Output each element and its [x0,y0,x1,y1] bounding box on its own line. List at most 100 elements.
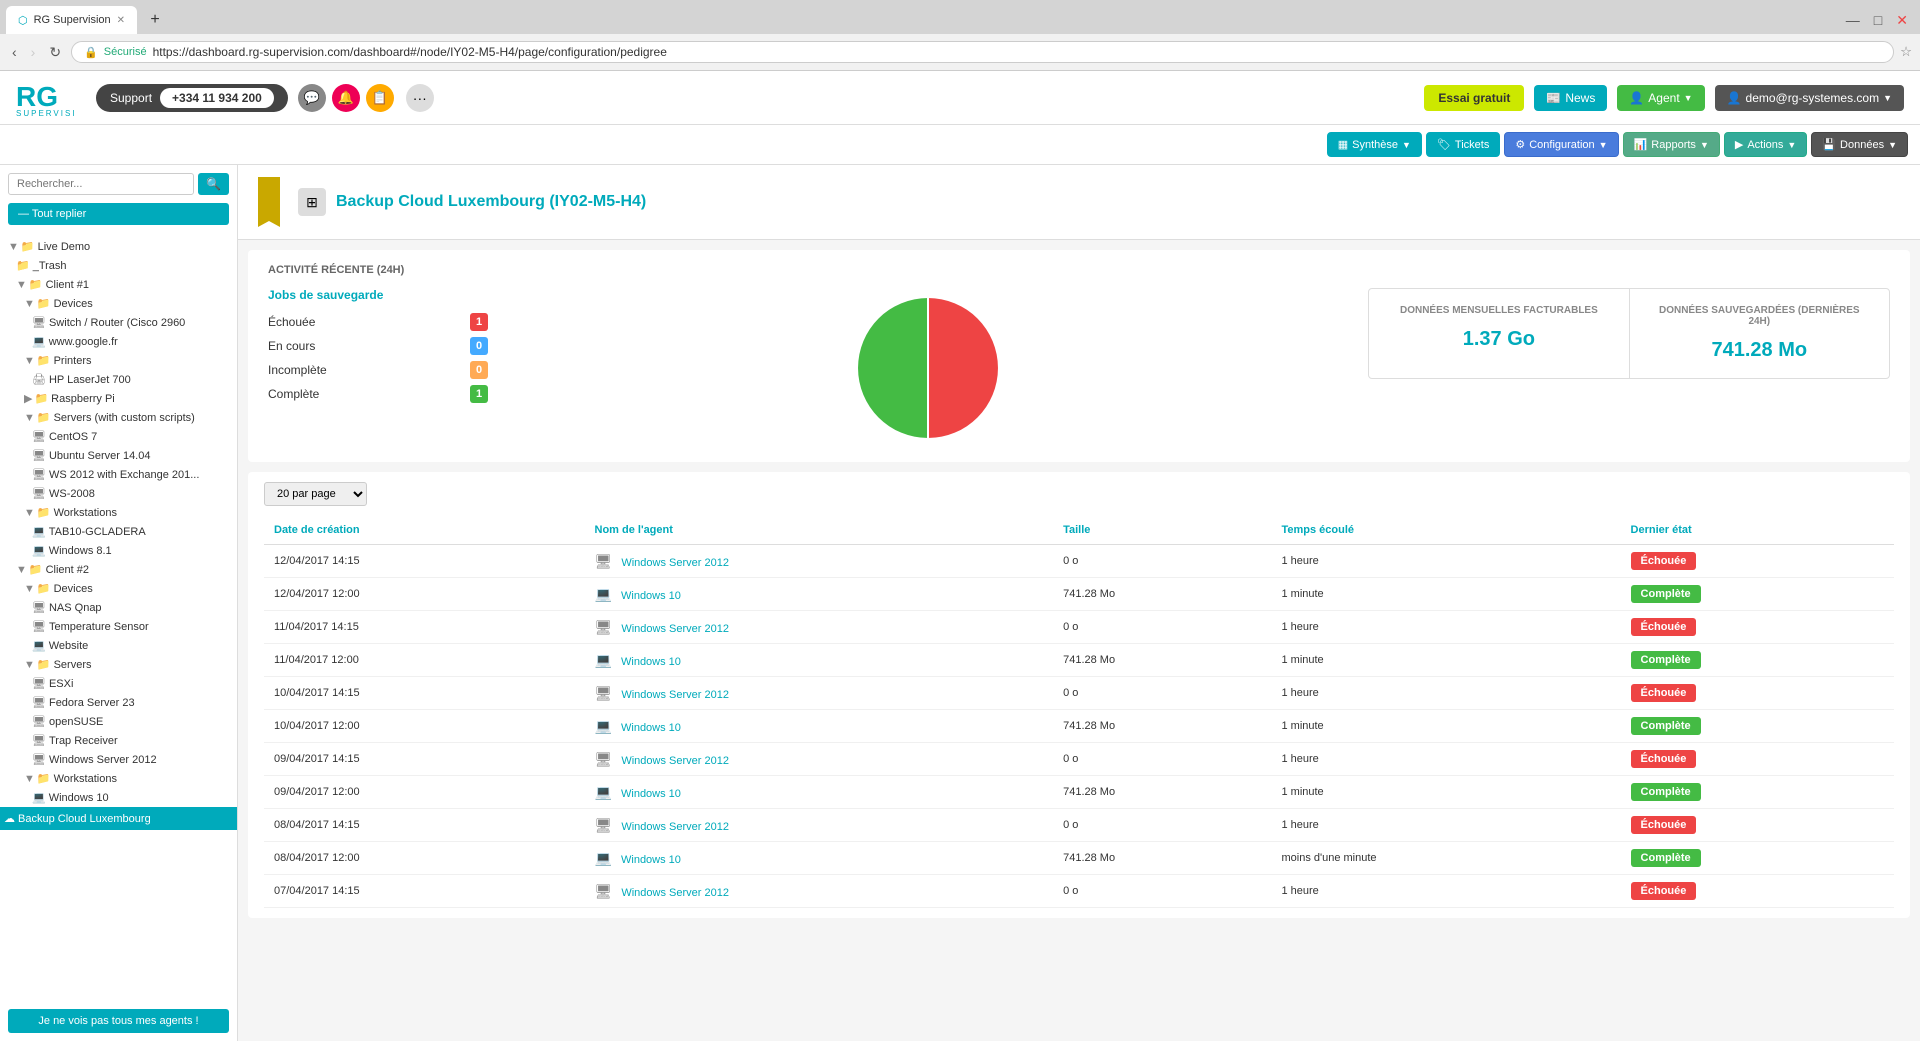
tree-item-win81[interactable]: 💻 Windows 8.1 [0,541,237,560]
per-page-select[interactable]: 20 par page 50 par page 100 par page [264,482,367,506]
tree-item-website[interactable]: 💻 Website [0,636,237,655]
backup-icon: ☁ [4,812,15,825]
app: RG SUPERVISION Support +334 11 934 200 💬… [0,71,1920,1041]
close-btn[interactable]: ✕ [1890,10,1914,31]
tree-item-trapreceiver[interactable]: 🖥 Trap Receiver [0,731,237,750]
status-badge[interactable]: Échouée [1631,816,1697,834]
tree-item-tab10[interactable]: 💻 TAB10-GCLADERA [0,522,237,541]
status-badge[interactable]: Échouée [1631,684,1697,702]
status-badge[interactable]: Échouée [1631,618,1697,636]
maximize-btn[interactable]: □ [1868,10,1888,30]
tree-item-tempsensor[interactable]: 🖥 Temperature Sensor [0,617,237,636]
agent-link[interactable]: Windows Server 2012 [621,557,729,569]
agent-link[interactable]: Windows 10 [621,722,681,734]
tree-item-live-demo[interactable]: ▼ 📁 Live Demo [0,237,237,256]
agent-link[interactable]: Windows Server 2012 [621,821,729,833]
tab-configuration[interactable]: ⚙ Configuration ▼ [1504,132,1618,157]
tab-rapports[interactable]: 📊 Rapports ▼ [1623,132,1720,157]
tree-item-servers2[interactable]: ▼ 📁 Servers [0,655,237,674]
server-icon: 🖥 [32,430,46,443]
tree-item-workstations1[interactable]: ▼ 📁 Workstations [0,503,237,522]
tree-item-nas[interactable]: 🖥 NAS Qnap [0,598,237,617]
tab-title: RG Supervision [34,14,111,26]
essai-btn[interactable]: Essai gratuit [1424,85,1524,111]
agent-link[interactable]: Windows 10 [621,656,681,668]
new-tab-btn[interactable]: + [141,8,169,32]
status-badge[interactable]: Complète [1631,717,1701,735]
tree-item-switch[interactable]: 🖥 Switch / Router (Cisco 2960 [0,313,237,332]
agent-btn[interactable]: 👤 Agent ▼ [1617,85,1704,111]
tree-item-google[interactable]: 💻 www.google.fr [0,332,237,351]
tree-item-servers1[interactable]: ▼ 📁 Servers (with custom scripts) [0,408,237,427]
tab-actions[interactable]: ▶ Actions ▼ [1724,132,1807,157]
tree-item-ws2008[interactable]: 🖥 WS-2008 [0,484,237,503]
tree-item-hp[interactable]: 🖨 HP LaserJet 700 [0,370,237,389]
minimize-btn[interactable]: — [1840,10,1866,30]
tree-item-trash[interactable]: 📁 _Trash [0,256,237,275]
tree-item-raspberry[interactable]: ▶ 📁 Raspberry Pi [0,389,237,408]
active-tab[interactable]: ⬡ RG Supervision ✕ [6,6,137,34]
cell-status: Complète [1621,644,1894,677]
user-btn[interactable]: 👤 demo@rg-systemes.com ▼ [1715,85,1904,111]
more-btn[interactable]: ··· [406,84,434,112]
tree-item-centos[interactable]: 🖥 CentOS 7 [0,427,237,446]
tab-donnees[interactable]: 💾 Données ▼ [1811,132,1908,157]
search-btn[interactable]: 🔍 [198,173,229,195]
cell-agent: 💻 Windows 10 [585,644,1054,677]
news-btn[interactable]: 📰 News [1534,85,1607,111]
desktop-icon: 💻 [32,791,46,804]
tree-item-backupcloud[interactable]: ☁ Backup Cloud Luxembourg [0,807,237,830]
tree-item-win10[interactable]: 💻 Windows 10 [0,788,237,807]
tree-label: Devices [54,583,93,595]
tree-item-client1[interactable]: ▼ 📁 Client #1 [0,275,237,294]
agent-link[interactable]: Windows 10 [621,854,681,866]
status-badge[interactable]: Échouée [1631,882,1697,900]
tree-item-esxi[interactable]: 🖥 ESXi [0,674,237,693]
status-badge[interactable]: Échouée [1631,750,1697,768]
alert-icon[interactable]: 🔔 [332,84,360,112]
server-icon: 🖥 [32,715,46,728]
bookmark-btn[interactable]: ☆ [1900,44,1912,60]
url-input[interactable]: 🔒 Sécurisé https://dashboard.rg-supervis… [71,41,1894,63]
status-badge[interactable]: Complète [1631,849,1701,867]
tree-item-devices2[interactable]: ▼ 📁 Devices [0,579,237,598]
cell-date: 12/04/2017 12:00 [264,578,585,611]
status-badge[interactable]: Complète [1631,585,1701,603]
tab-synthese[interactable]: ▦ Synthèse ▼ [1327,132,1422,157]
search-input[interactable] [8,173,194,195]
tab-tickets[interactable]: 🏷 Tickets [1426,132,1500,157]
folder-icon: 📁 [37,297,51,310]
grid-icon-btn[interactable]: ⊞ [298,188,326,216]
chat-icon[interactable]: 💬 [298,84,326,112]
tree-item-opensuse[interactable]: 🖥 openSUSE [0,712,237,731]
reply-all-btn[interactable]: — Tout replier [8,203,229,225]
tab-close-btn[interactable]: ✕ [117,15,125,26]
agent-link[interactable]: Windows 10 [621,788,681,800]
agent-link[interactable]: Windows Server 2012 [621,623,729,635]
tree-item-winserver[interactable]: 🖥 Windows Server 2012 [0,750,237,769]
back-btn[interactable]: ‹ [8,42,21,62]
tree-label: HP LaserJet 700 [49,374,131,386]
status-badge[interactable]: Échouée [1631,552,1697,570]
tree-item-ws2012[interactable]: 🖥 WS 2012 with Exchange 201... [0,465,237,484]
server-icon: 🖥 [595,751,613,767]
tree-item-printers[interactable]: ▼ 📁 Printers [0,351,237,370]
tree-item-ubuntu[interactable]: 🖥 Ubuntu Server 14.04 [0,446,237,465]
agent-link[interactable]: Windows Server 2012 [621,755,729,767]
refresh-btn[interactable]: ↻ [45,42,65,63]
cell-size: 0 o [1053,875,1271,908]
agent-link[interactable]: Windows 10 [621,590,681,602]
cell-agent: 💻 Windows 10 [585,776,1054,809]
actions-label: Actions [1747,139,1783,151]
tree-item-workstations2[interactable]: ▼ 📁 Workstations [0,769,237,788]
tree-item-client2[interactable]: ▼ 📁 Client #2 [0,560,237,579]
agent-link[interactable]: Windows Server 2012 [621,887,729,899]
info-icon[interactable]: 📋 [366,84,394,112]
status-badge[interactable]: Complète [1631,783,1701,801]
agent-link[interactable]: Windows Server 2012 [621,689,729,701]
forward-btn[interactable]: › [27,42,40,62]
agents-visibility-btn[interactable]: Je ne vois pas tous mes agents ! [8,1009,229,1033]
tree-item-fedora[interactable]: 🖥 Fedora Server 23 [0,693,237,712]
status-badge[interactable]: Complète [1631,651,1701,669]
tree-item-devices1[interactable]: ▼ 📁 Devices [0,294,237,313]
